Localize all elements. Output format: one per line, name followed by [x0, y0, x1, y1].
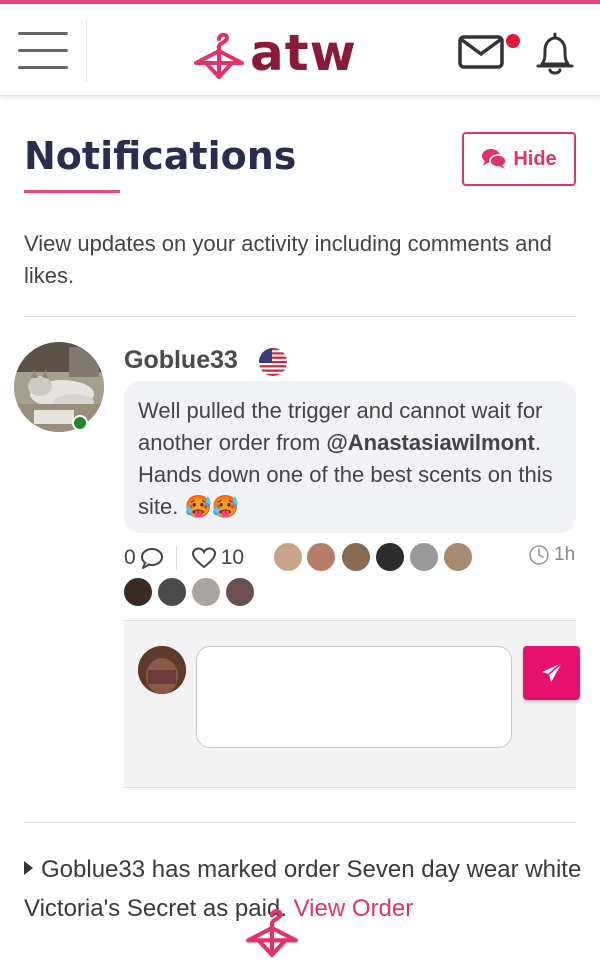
caret-right-icon [24, 861, 33, 875]
liker-avatar[interactable] [273, 542, 303, 572]
mention-link[interactable]: @Anastasiawilmont [326, 430, 535, 455]
app-header: atw [0, 4, 600, 96]
mail-icon[interactable] [458, 34, 506, 70]
logo-text: atw [250, 24, 357, 82]
site-logo[interactable]: atw [192, 18, 362, 88]
order-event: Goblue33 has marked order Seven day wear… [24, 850, 584, 928]
user-avatar[interactable] [14, 342, 104, 432]
send-button[interactable] [523, 646, 580, 700]
comment-emoji: 🥵🥵 [184, 494, 240, 519]
reply-input[interactable] [196, 646, 512, 748]
comment-count: 0 [124, 546, 136, 569]
page-intro: View updates on your activity including … [24, 231, 552, 288]
hide-button[interactable]: Hide [462, 132, 576, 186]
liker-avatar[interactable] [157, 577, 187, 607]
like-count: 10 [220, 546, 245, 569]
liker-avatar[interactable] [123, 577, 153, 607]
section-divider [24, 316, 576, 317]
clock-icon [529, 545, 549, 565]
like-count-button[interactable]: 10 [191, 546, 244, 570]
hanger-logo-icon[interactable] [244, 900, 300, 960]
unread-indicator [506, 34, 520, 48]
stat-divider [175, 546, 177, 570]
timestamp: 1h [528, 544, 575, 566]
header-divider [86, 20, 87, 82]
reaction-stats: 0 10 [124, 544, 244, 572]
menu-icon[interactable] [18, 32, 68, 72]
cat-photo [14, 342, 104, 432]
online-status-dot [72, 415, 88, 431]
title-underline [24, 190, 120, 193]
current-user-avatar [138, 646, 186, 694]
bell-icon[interactable] [534, 30, 576, 76]
liker-avatar[interactable] [341, 542, 371, 572]
time-ago: 1h [554, 544, 576, 565]
comment-bubble: Well pulled the trigger and cannot wait … [124, 381, 576, 533]
liker-avatar[interactable] [191, 577, 221, 607]
page-title: Notifications [24, 134, 297, 178]
us-flag-icon [259, 348, 287, 376]
paper-plane-icon [541, 662, 562, 682]
hanger-logo-icon [194, 32, 244, 79]
liker-avatar[interactable] [225, 577, 255, 607]
liker-avatar[interactable] [306, 542, 336, 572]
notification-username[interactable]: Goblue33 [124, 346, 238, 375]
liker-avatar[interactable] [375, 542, 405, 572]
view-order-link[interactable]: View Order [294, 895, 414, 922]
liker-avatar[interactable] [443, 542, 473, 572]
heart-icon [191, 547, 216, 569]
hide-button-label: Hide [513, 147, 557, 170]
liker-avatar[interactable] [409, 542, 439, 572]
comment-icon [140, 548, 163, 569]
section-divider [24, 822, 576, 823]
comment-count-button[interactable]: 0 [124, 546, 164, 570]
chat-bubbles-icon [482, 149, 508, 169]
